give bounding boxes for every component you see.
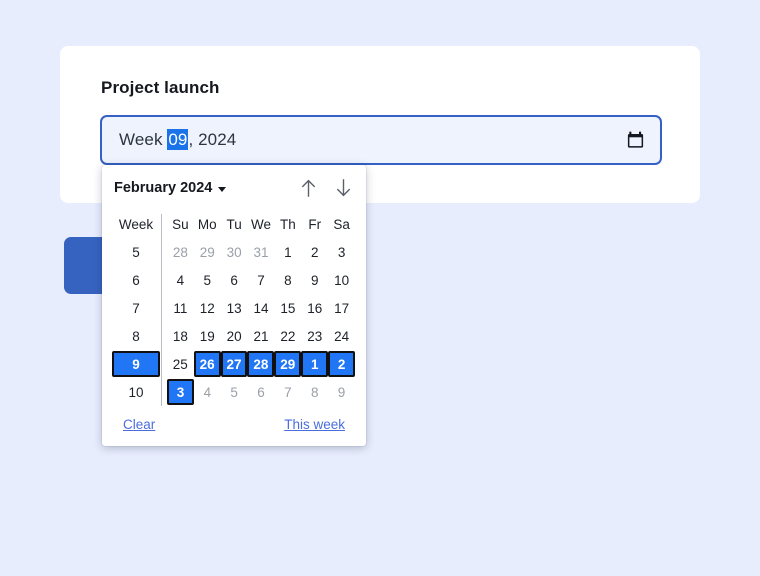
day-cell[interactable]: 16	[301, 296, 328, 320]
week-number-cell[interactable]: 6	[113, 268, 159, 292]
calendar-rows: 5 28 29 30 31 1 2 3 6 4 5 6 7 8 9 10 7 11 12 13 14 15 16 17 8 18 1…	[112, 238, 356, 406]
week-column-divider	[161, 294, 162, 322]
day-cell[interactable]: 29	[274, 351, 302, 377]
day-cell[interactable]: 7	[274, 380, 301, 404]
day-cell[interactable]: 31	[248, 240, 275, 264]
week-picker-popup: February 2024 Week Su Mo Tu We Th Fr Sa …	[102, 165, 366, 446]
day-cell[interactable]: 29	[194, 240, 221, 264]
day-cell[interactable]: 14	[248, 296, 275, 320]
day-cell[interactable]: 5	[221, 380, 248, 404]
day-cell[interactable]: 3	[166, 379, 194, 405]
day-cell[interactable]: 17	[328, 296, 355, 320]
calendar-week-row: 7 11 12 13 14 15 16 17	[113, 294, 355, 322]
calendar-header-row: Week Su Mo Tu We Th Fr Sa	[113, 211, 355, 238]
week-number-cell[interactable]: 10	[113, 380, 159, 404]
day-cell[interactable]: 8	[274, 268, 301, 292]
column-header-fr: Fr	[308, 217, 322, 232]
week-number-cell[interactable]: 7	[113, 296, 159, 320]
day-cell[interactable]: 9	[328, 380, 355, 404]
arrow-up-icon[interactable]	[297, 176, 319, 200]
day-cell[interactable]: 23	[301, 324, 328, 348]
chevron-down-icon	[218, 186, 227, 192]
day-cell[interactable]: 2	[301, 240, 328, 264]
day-cell[interactable]: 28	[167, 240, 194, 264]
column-header-su: Su	[172, 217, 189, 232]
day-cell[interactable]: 6	[248, 380, 275, 404]
day-cell[interactable]: 26	[193, 351, 221, 377]
column-header-week: Week	[118, 217, 154, 232]
day-cell[interactable]: 19	[194, 324, 221, 348]
this-week-button[interactable]: This week	[284, 417, 345, 432]
day-cell[interactable]: 6	[221, 268, 248, 292]
datepicker-header: February 2024	[102, 165, 366, 211]
column-header-tu: Tu	[226, 217, 242, 232]
page-title: Project launch	[101, 78, 220, 97]
week-input-prefix: Week	[119, 130, 168, 149]
day-cell[interactable]: 18	[167, 324, 194, 348]
month-year-dropdown[interactable]: February 2024	[114, 180, 227, 196]
day-cell[interactable]: 4	[194, 380, 221, 404]
day-cell[interactable]: 30	[221, 240, 248, 264]
week-number-cell[interactable]: 5	[113, 240, 159, 264]
week-input[interactable]: Week 09, 2024	[100, 115, 662, 165]
week-number-cell[interactable]: 8	[113, 324, 159, 348]
calendar-icon[interactable]	[624, 129, 646, 151]
week-column-divider	[161, 266, 162, 294]
day-cell[interactable]: 1	[301, 351, 329, 377]
day-cell[interactable]: 9	[301, 268, 328, 292]
week-input-value[interactable]: Week 09, 2024	[119, 129, 624, 150]
month-year-label: February 2024	[114, 180, 213, 196]
calendar-week-row: 9 25 26 27 28 29 1 2	[112, 350, 356, 378]
day-cell[interactable]: 11	[167, 296, 194, 320]
arrow-down-icon[interactable]	[332, 176, 354, 200]
week-column-divider	[161, 214, 162, 238]
week-input-selected-segment[interactable]: 09	[167, 129, 189, 150]
day-cell[interactable]: 10	[328, 268, 355, 292]
day-cell[interactable]: 2	[328, 351, 356, 377]
datepicker-nav	[297, 176, 354, 200]
day-cell[interactable]: 24	[328, 324, 355, 348]
day-cell[interactable]: 20	[221, 324, 248, 348]
datepicker-footer: Clear This week	[102, 410, 366, 438]
day-cell[interactable]: 7	[248, 268, 275, 292]
calendar-week-row: 6 4 5 6 7 8 9 10	[113, 266, 355, 294]
week-column-divider	[160, 350, 162, 378]
day-cell[interactable]: 27	[220, 351, 248, 377]
column-header-we: We	[251, 217, 272, 232]
day-cell[interactable]: 28	[247, 351, 275, 377]
column-header-mo: Mo	[197, 217, 217, 232]
day-cell[interactable]: 1	[274, 240, 301, 264]
day-cell[interactable]: 22	[274, 324, 301, 348]
day-cell[interactable]: 8	[301, 380, 328, 404]
calendar-grid: Week Su Mo Tu We Th Fr Sa 5 28 29 30 31 1 2 3 6 4…	[112, 211, 356, 406]
week-number-cell[interactable]: 9	[112, 351, 160, 377]
week-column-divider	[161, 238, 162, 266]
week-column-divider	[161, 378, 162, 406]
day-cell[interactable]: 4	[167, 268, 194, 292]
week-input-suffix: , 2024	[188, 130, 237, 149]
day-cell[interactable]: 15	[274, 296, 301, 320]
day-cell[interactable]: 21	[248, 324, 275, 348]
week-column-divider	[161, 322, 162, 350]
day-cell[interactable]: 5	[194, 268, 221, 292]
clear-button[interactable]: Clear	[123, 417, 155, 432]
calendar-week-row: 10 3 4 5 6 7 8 9	[113, 378, 355, 406]
day-cell[interactable]: 12	[194, 296, 221, 320]
column-header-th: Th	[279, 217, 296, 232]
day-cell[interactable]: 25	[167, 352, 194, 376]
column-header-sa: Sa	[333, 217, 350, 232]
day-cell[interactable]: 13	[221, 296, 248, 320]
calendar-week-row: 8 18 19 20 21 22 23 24	[113, 322, 355, 350]
calendar-week-row: 5 28 29 30 31 1 2 3	[113, 238, 355, 266]
day-cell[interactable]: 3	[328, 240, 355, 264]
